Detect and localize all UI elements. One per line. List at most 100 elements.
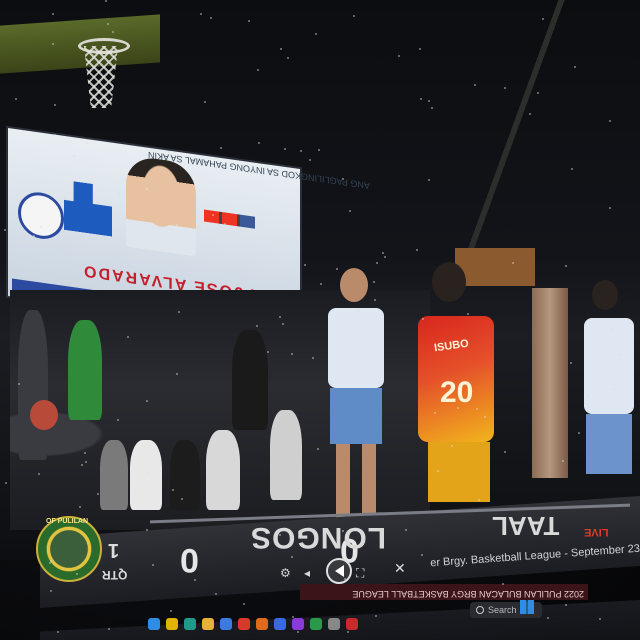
noise-speck — [398, 55, 400, 57]
noise-speck — [168, 151, 170, 153]
noise-speck — [77, 283, 79, 285]
noise-speck — [562, 460, 564, 462]
noise-speck — [84, 452, 86, 454]
noise-speck — [347, 631, 349, 633]
app-gray-icon[interactable] — [328, 618, 340, 630]
spectator-green-shirt — [68, 320, 102, 420]
app-red2-icon[interactable] — [346, 618, 358, 630]
chrome-icon[interactable] — [166, 618, 178, 630]
noise-speck — [85, 461, 87, 463]
player-white-jersey — [322, 268, 392, 518]
noise-speck — [373, 281, 375, 283]
team-left-name: LONGOS — [250, 521, 387, 554]
noise-speck — [256, 325, 258, 327]
noise-speck — [38, 473, 40, 475]
noise-speck — [178, 311, 180, 313]
municipal-seal — [36, 516, 102, 582]
noise-speck — [206, 228, 208, 230]
noise-speck — [384, 256, 386, 258]
noise-speck — [297, 631, 299, 633]
noise-speck — [315, 33, 317, 35]
noise-speck — [542, 18, 544, 20]
player-jersey — [328, 308, 384, 388]
noise-speck — [267, 351, 269, 353]
noise-speck — [422, 318, 424, 320]
quarter-value: 1 — [108, 539, 120, 561]
noise-speck — [451, 445, 453, 447]
noise-speck — [312, 357, 314, 359]
player-shorts — [330, 388, 382, 444]
noise-speck — [79, 506, 81, 508]
app-red-icon[interactable] — [238, 618, 250, 630]
player-white-jersey-right — [580, 280, 640, 500]
volume-icon[interactable]: ◂ — [304, 566, 310, 580]
spectator-dark-jersey — [232, 330, 268, 430]
noise-speck — [620, 354, 622, 356]
play-button[interactable] — [326, 558, 352, 584]
noise-speck — [317, 448, 319, 450]
noise-speck — [279, 534, 281, 536]
noise-speck — [176, 373, 178, 375]
noise-speck — [30, 263, 32, 265]
player-head — [592, 280, 618, 310]
noise-speck — [280, 48, 282, 50]
noise-speck — [112, 31, 114, 33]
noise-speck — [428, 179, 430, 181]
noise-speck — [248, 20, 250, 22]
settings-icon[interactable]: ⚙ — [280, 566, 291, 580]
noise-speck — [107, 23, 109, 25]
noise-speck — [117, 419, 119, 421]
noise-speck — [18, 383, 20, 385]
noise-speck — [137, 251, 139, 253]
noise-speck — [287, 471, 289, 473]
noise-speck — [127, 336, 129, 338]
noise-speck — [194, 579, 196, 581]
padded-pole — [532, 288, 568, 478]
spectator — [170, 440, 200, 510]
noise-speck — [375, 615, 377, 617]
noise-speck — [172, 489, 174, 491]
windows-start-icon[interactable] — [520, 600, 534, 614]
noise-speck — [118, 193, 120, 195]
noise-speck — [504, 451, 506, 453]
noise-speck — [342, 178, 344, 180]
app-purple-icon[interactable] — [292, 618, 304, 630]
noise-speck — [152, 564, 154, 566]
app-green-icon[interactable] — [310, 618, 322, 630]
fullscreen-icon[interactable]: ⛶ — [356, 566, 364, 581]
close-icon[interactable]: ✕ — [394, 560, 406, 577]
noise-speck — [571, 168, 573, 170]
app-blue-icon[interactable] — [274, 618, 286, 630]
seal-text: OF PULILAN — [46, 518, 88, 525]
noise-speck — [86, 142, 88, 144]
noise-speck — [176, 224, 178, 226]
noise-speck — [609, 207, 611, 209]
noise-speck — [146, 400, 148, 402]
search-icon — [476, 606, 484, 614]
noise-speck — [148, 472, 150, 474]
noise-speck — [574, 66, 576, 68]
noise-speck — [204, 101, 206, 103]
noise-speck — [344, 578, 346, 580]
start-icon[interactable] — [148, 618, 160, 630]
player-red-jersey: ISUBO 20 — [408, 262, 504, 512]
folder-icon[interactable] — [202, 618, 214, 630]
app-orange-icon[interactable] — [256, 618, 268, 630]
noise-speck — [349, 210, 351, 212]
noise-speck — [304, 264, 306, 266]
noise-speck — [282, 323, 284, 325]
noise-speck — [457, 407, 459, 409]
noise-speck — [318, 149, 320, 151]
noise-speck — [15, 98, 17, 100]
noise-speck — [420, 98, 422, 100]
store-icon[interactable] — [220, 618, 232, 630]
player-head — [340, 268, 368, 302]
noise-speck — [529, 113, 531, 115]
noise-speck — [287, 280, 289, 282]
noise-speck — [336, 268, 338, 270]
edge-icon[interactable] — [184, 618, 196, 630]
noise-speck — [49, 562, 51, 564]
player-legs — [336, 444, 376, 518]
noise-speck — [146, 529, 148, 531]
social-media-icons — [204, 209, 264, 230]
